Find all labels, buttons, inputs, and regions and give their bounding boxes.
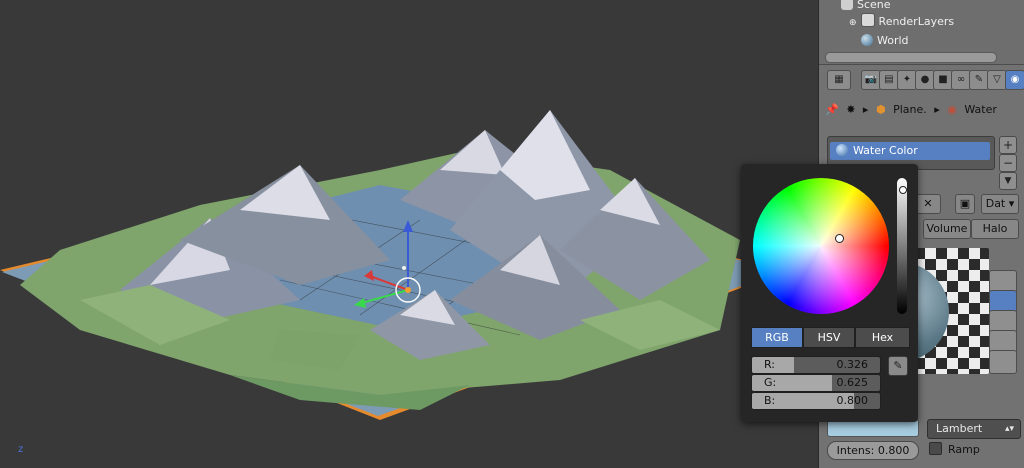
value-slider[interactable] xyxy=(897,178,907,314)
3d-cursor xyxy=(402,266,406,270)
scene-tab-icon[interactable]: ✦ xyxy=(897,70,917,90)
pin-icon[interactable]: 📌 xyxy=(825,103,839,116)
breadcrumb-object: Plane. xyxy=(893,103,927,116)
preview-hair-button[interactable] xyxy=(989,350,1017,374)
eyedropper-icon[interactable]: ✎ xyxy=(888,356,908,376)
world-tab-icon[interactable]: ● xyxy=(915,70,935,90)
wheel-cursor[interactable] xyxy=(835,234,844,243)
render-tab-icon[interactable]: 📷 xyxy=(861,70,881,90)
red-field[interactable]: R: 0.326 xyxy=(751,356,881,374)
world-icon xyxy=(861,34,873,46)
color-wheel[interactable] xyxy=(753,178,889,314)
material-tab-icon[interactable]: ◉ xyxy=(1005,70,1024,90)
material-preview-icon xyxy=(836,144,848,156)
outliner-item-scene[interactable]: Scene xyxy=(841,0,891,14)
unlink-material-button[interactable]: ✕ xyxy=(915,194,941,214)
value-slider-knob[interactable] xyxy=(899,186,907,194)
intensity-field[interactable]: Intens: 0.800 xyxy=(827,441,919,460)
add-slot-button[interactable]: + xyxy=(999,136,1017,154)
ramp-checkbox[interactable]: Ramp xyxy=(929,441,980,458)
terrain-scene xyxy=(0,110,790,420)
constraints-tab-icon[interactable]: ∞ xyxy=(951,70,971,90)
render-layers-tab-icon[interactable]: ▤ xyxy=(879,70,899,90)
remove-slot-button[interactable]: − xyxy=(999,154,1017,172)
slot-menu-button[interactable]: ▼ xyxy=(999,172,1017,190)
material-icon: ◉ xyxy=(947,103,957,116)
blue-field[interactable]: B: 0.800 xyxy=(751,392,881,410)
breadcrumb-material: Water xyxy=(964,103,997,116)
axis-indicator: z xyxy=(18,444,24,455)
green-field[interactable]: G: 0.625 xyxy=(751,374,881,392)
object-origin xyxy=(405,287,411,293)
checkbox-icon[interactable] xyxy=(929,442,942,455)
mode-tab-hex[interactable]: Hex xyxy=(855,327,910,348)
material-context-icon: ✸ xyxy=(846,103,856,116)
tab-volume[interactable]: Volume xyxy=(923,219,971,239)
3d-viewport[interactable]: z xyxy=(0,0,818,468)
render-layers-icon xyxy=(860,13,875,27)
editor-type-icon[interactable]: ▦ xyxy=(827,70,851,90)
modifiers-tab-icon[interactable]: ✎ xyxy=(969,70,989,90)
outliner-scrollbar[interactable] xyxy=(825,52,997,63)
diffuse-shader-dropdown[interactable]: Lambert ▴▾ xyxy=(927,419,1021,439)
scene-icon xyxy=(841,0,853,10)
data-link-button[interactable]: Dat ▾ xyxy=(981,194,1019,214)
outliner: Scene ⊕ RenderLayers World xyxy=(819,0,1024,65)
material-slot-item[interactable]: Water Color xyxy=(830,142,990,160)
mesh-icon: ⬢ xyxy=(875,103,886,116)
outliner-item-renderlayers[interactable]: ⊕ RenderLayers xyxy=(849,13,954,31)
breadcrumb: 📌 ✸ ▸ ⬢ Plane. ▸ ◉ Water xyxy=(825,103,997,116)
object-tab-icon[interactable]: ■ xyxy=(933,70,953,90)
dropdown-arrow-icon: ▴▾ xyxy=(1004,424,1014,434)
mode-tab-rgb[interactable]: RGB xyxy=(751,327,803,348)
properties-tab-bar: ▦ 📷 ▤ ✦ ● ■ ∞ ✎ ▽ ◉ xyxy=(823,70,1024,92)
fake-user-button[interactable]: ▣ xyxy=(955,194,975,214)
data-tab-icon[interactable]: ▽ xyxy=(987,70,1007,90)
expand-icon[interactable]: ⊕ xyxy=(849,18,857,28)
color-mode-tabs: RGB HSV Hex xyxy=(751,327,910,348)
color-picker-popup: RGB HSV Hex R: 0.326 G: 0.625 B: 0.800 ✎ xyxy=(741,164,918,422)
mode-tab-hsv[interactable]: HSV xyxy=(803,327,855,348)
tab-halo[interactable]: Halo xyxy=(971,219,1019,239)
outliner-item-world[interactable]: World xyxy=(861,32,909,50)
